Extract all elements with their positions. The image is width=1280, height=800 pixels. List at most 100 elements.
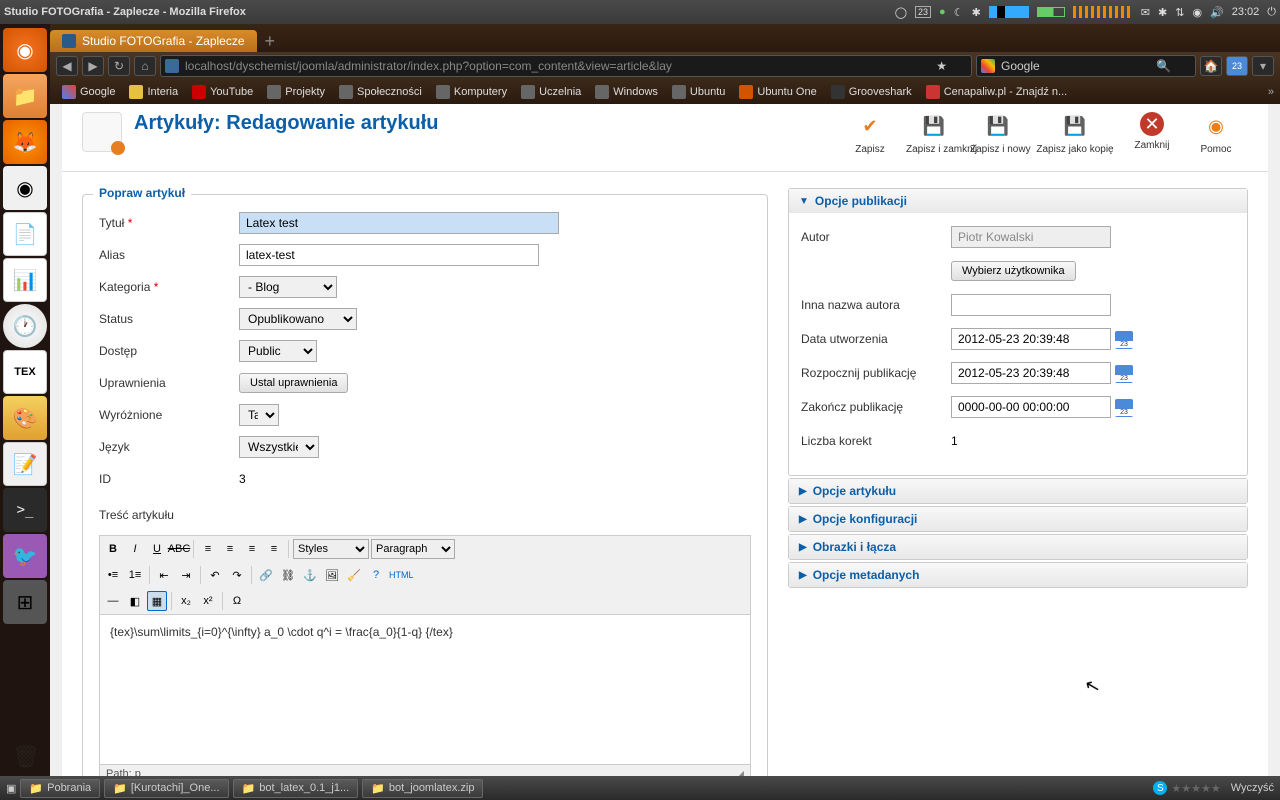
calc-icon[interactable]: 📊: [3, 258, 47, 302]
app-icon[interactable]: 🎨: [3, 396, 47, 440]
bookmark-item[interactable]: Interia: [123, 83, 184, 101]
superscript-button[interactable]: x²: [198, 591, 218, 611]
taskbar-item[interactable]: 📁bot_joomlatex.zip: [362, 779, 483, 798]
save-close-button[interactable]: 💾Zapisz i zamknij: [902, 112, 966, 155]
wifi-icon[interactable]: ◉: [1192, 6, 1202, 19]
anchor-button[interactable]: ⚓: [300, 565, 320, 585]
title-input[interactable]: [239, 212, 559, 234]
access-select[interactable]: Public: [239, 340, 317, 362]
tray-icon[interactable]: ◯: [895, 6, 907, 19]
select-user-button[interactable]: Wybierz użytkownika: [951, 261, 1076, 281]
address-bar[interactable]: localhost/dyschemist/joomla/administrato…: [160, 55, 972, 77]
tray-icon[interactable]: ●: [939, 6, 946, 18]
reload-button[interactable]: ↻: [108, 56, 130, 76]
bookmark-item[interactable]: YouTube: [186, 83, 259, 101]
outdent-button[interactable]: ⇤: [154, 565, 174, 585]
panel-toggle[interactable]: ▶Opcje konfiguracji: [789, 507, 1247, 531]
back-button[interactable]: ◀: [56, 56, 78, 76]
strike-button[interactable]: ABC: [169, 539, 189, 559]
home-page-button[interactable]: 🏠: [1200, 56, 1222, 76]
help-button[interactable]: ◉Pomoc: [1184, 112, 1248, 155]
bookmark-folder[interactable]: Projekty: [261, 83, 331, 101]
panel-toggle[interactable]: ▶Obrazki i łącza: [789, 535, 1247, 559]
addon-icon[interactable]: 23: [1226, 56, 1248, 76]
format-select[interactable]: Paragraph: [371, 539, 455, 559]
created-input[interactable]: [951, 328, 1111, 350]
save-new-button[interactable]: 💾Zapisz i nowy: [966, 112, 1030, 155]
power-icon[interactable]: ⏻: [1267, 6, 1276, 19]
close-button[interactable]: ✕Zamknij: [1120, 112, 1184, 155]
gedit-icon[interactable]: 📝: [3, 442, 47, 486]
network-icon[interactable]: ⇅: [1175, 6, 1184, 19]
indent-button[interactable]: ⇥: [176, 565, 196, 585]
calendar-icon[interactable]: [1115, 365, 1133, 383]
cleanup-button[interactable]: 🧹: [344, 565, 364, 585]
graph-icon[interactable]: [989, 6, 1029, 18]
taskbar-item[interactable]: 📁Pobrania: [20, 779, 100, 798]
calendar-icon[interactable]: [1115, 331, 1133, 349]
writer-icon[interactable]: 📄: [3, 212, 47, 256]
charmap-button[interactable]: Ω: [227, 591, 247, 611]
search-go-icon[interactable]: 🔍: [1156, 59, 1171, 73]
help-icon[interactable]: ?: [366, 565, 386, 585]
battery-icon[interactable]: [1037, 7, 1065, 17]
eraser-button[interactable]: ◧: [125, 591, 145, 611]
status-select[interactable]: Opublikowano: [239, 308, 357, 330]
styles-select[interactable]: Styles: [293, 539, 369, 559]
bold-button[interactable]: B: [103, 539, 123, 559]
align-justify-button[interactable]: ≡: [264, 539, 284, 559]
redo-button[interactable]: ↷: [227, 565, 247, 585]
skype-icon[interactable]: S: [1153, 781, 1167, 795]
menu-button[interactable]: ▾: [1252, 56, 1274, 76]
tex-icon[interactable]: TEX: [3, 350, 47, 394]
clock[interactable]: 23:02: [1232, 6, 1260, 18]
chrome-icon[interactable]: ◉: [3, 166, 47, 210]
category-select[interactable]: - Blog: [239, 276, 337, 298]
featured-select[interactable]: Tak: [239, 404, 279, 426]
bookmark-folder[interactable]: Komputery: [430, 83, 513, 101]
bookmark-item[interactable]: Google: [56, 83, 121, 101]
taskbar-item[interactable]: 📁[Kurotachi]_One...: [104, 779, 228, 798]
align-left-button[interactable]: ≡: [198, 539, 218, 559]
number-list-button[interactable]: 1≡: [125, 565, 145, 585]
bluetooth-icon[interactable]: ✱: [972, 6, 981, 19]
firefox-icon[interactable]: 🦊: [3, 120, 47, 164]
align-right-button[interactable]: ≡: [242, 539, 262, 559]
bullet-list-button[interactable]: •≡: [103, 565, 123, 585]
bookmarks-overflow-icon[interactable]: »: [1268, 86, 1274, 98]
browser-tab[interactable]: Studio FOTOGrafia - Zaplecze: [50, 30, 257, 52]
calendar-icon[interactable]: [1115, 399, 1133, 417]
align-center-button[interactable]: ≡: [220, 539, 240, 559]
workspace-icon[interactable]: ⊞: [3, 580, 47, 624]
new-tab-button[interactable]: +: [265, 31, 276, 52]
pidgin-icon[interactable]: 🐦: [3, 534, 47, 578]
clear-button[interactable]: Wyczyść: [1231, 782, 1274, 794]
publish-up-input[interactable]: [951, 362, 1111, 384]
volume-icon[interactable]: 🔊: [1210, 6, 1224, 19]
bookmark-item[interactable]: Ubuntu One: [733, 83, 822, 101]
bookmark-folder[interactable]: Społeczności: [333, 83, 428, 101]
bookmark-folder[interactable]: Ubuntu: [666, 83, 731, 101]
resize-handle-icon[interactable]: ◢: [736, 768, 744, 776]
undo-button[interactable]: ↶: [205, 565, 225, 585]
forward-button[interactable]: ▶: [82, 56, 104, 76]
graph-icon[interactable]: [1073, 6, 1133, 18]
save-copy-button[interactable]: 💾Zapisz jako kopię: [1030, 112, 1120, 155]
italic-button[interactable]: I: [125, 539, 145, 559]
subscript-button[interactable]: x₂: [176, 591, 196, 611]
show-desktop-icon[interactable]: ▣: [6, 782, 16, 795]
bookmark-folder[interactable]: Uczelnia: [515, 83, 587, 101]
files-icon[interactable]: 📁: [3, 74, 47, 118]
save-button[interactable]: ✔Zapisz: [838, 112, 902, 155]
link-button[interactable]: 🔗: [256, 565, 276, 585]
hr-button[interactable]: —: [103, 591, 123, 611]
clock-icon[interactable]: 🕐: [3, 304, 47, 348]
search-bar[interactable]: Google 🔍: [976, 55, 1196, 77]
terminal-icon[interactable]: >_: [3, 488, 47, 532]
editor-content[interactable]: {tex}\sum\limits_{i=0}^{\infty} a_0 \cdo…: [99, 615, 751, 765]
bookmark-folder[interactable]: Windows: [589, 83, 664, 101]
panel-toggle[interactable]: ▶Opcje artykułu: [789, 479, 1247, 503]
unlink-button[interactable]: ⛓: [278, 565, 298, 585]
moon-icon[interactable]: ☾: [954, 6, 964, 19]
panel-toggle[interactable]: ▶Opcje metadanych: [789, 563, 1247, 587]
